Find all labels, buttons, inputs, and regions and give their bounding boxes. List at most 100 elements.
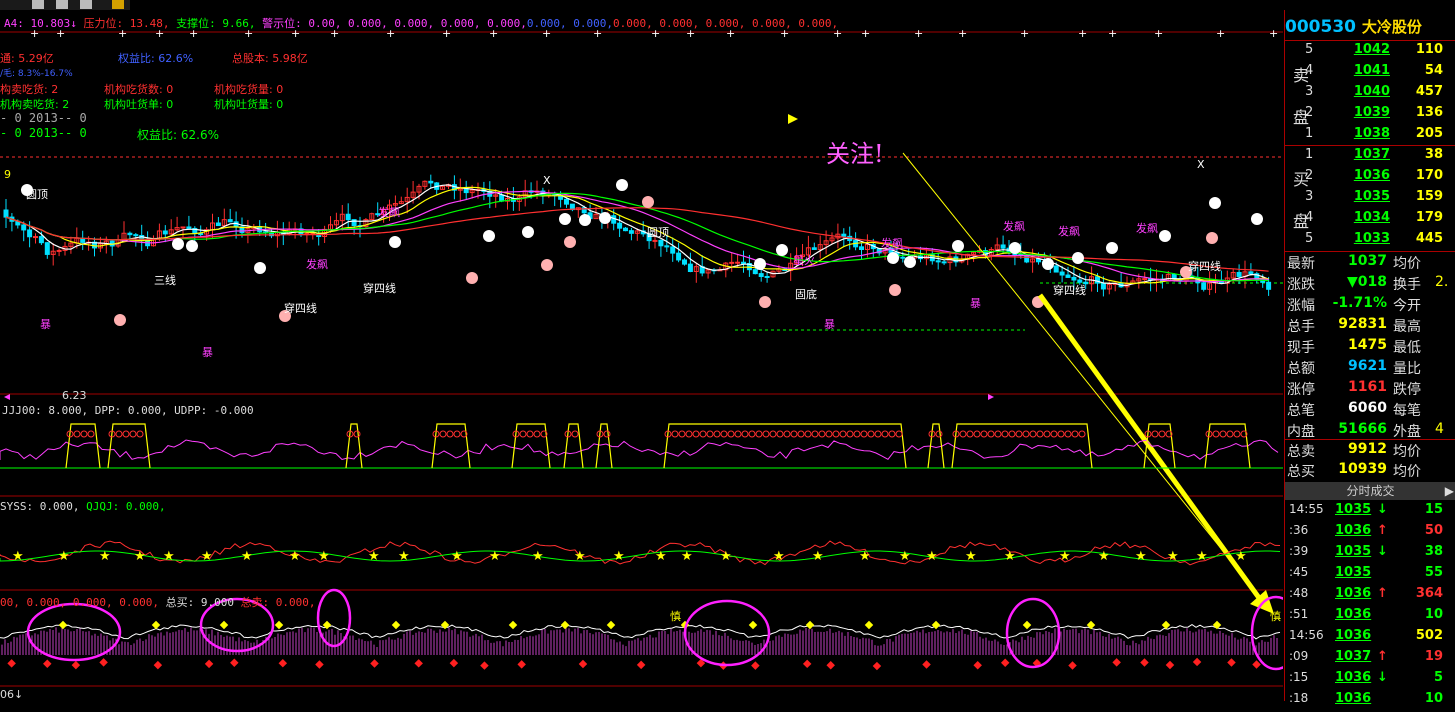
jjj-step	[951, 423, 1093, 469]
happy-face-icon	[1009, 242, 1021, 254]
order-level: 2	[1305, 168, 1314, 183]
total-value: 9912	[1348, 441, 1387, 457]
tick-row[interactable]: :39 1035 ↓ 38	[1285, 544, 1455, 565]
jjj-dot	[776, 430, 784, 438]
tick-time: :48	[1289, 586, 1309, 600]
happy-face-icon	[389, 236, 401, 248]
tick-row[interactable]: :45 1035 55	[1285, 565, 1455, 586]
order-price[interactable]: 1034	[1340, 210, 1390, 225]
jjj-dot	[727, 430, 735, 438]
support-level: 支撑位: 9.66,	[176, 17, 256, 30]
document-icon[interactable]	[32, 0, 44, 9]
jjj-dot	[1057, 430, 1065, 438]
quote-row: 涨停 1161 跌停	[1285, 379, 1455, 400]
star-icon: ★	[1135, 549, 1147, 564]
candle-body	[729, 261, 735, 264]
order-book-row[interactable]: 3 1035 159	[1285, 189, 1455, 210]
order-book-row[interactable]: 4 1034 179	[1285, 210, 1455, 231]
buy-diamond-icon	[1212, 620, 1222, 630]
order-price[interactable]: 1039	[1340, 105, 1390, 120]
tick-row[interactable]: :36 1036 ↑ 50	[1285, 523, 1455, 544]
indicator-qjqj-label: QJQJ: 0.000,	[86, 500, 166, 513]
tick-price: 1036	[1335, 607, 1372, 622]
candle-body	[735, 261, 741, 264]
candle-body	[664, 245, 670, 248]
happy-face-icon	[254, 262, 266, 274]
indicator-total-sell: 总卖: 0.000,	[240, 596, 316, 609]
order-book-row[interactable]: 5 1033 445	[1285, 231, 1455, 252]
jjj-dot	[741, 430, 749, 438]
jjj-dot	[895, 430, 903, 438]
order-volume: 170	[1415, 168, 1443, 183]
equity-ratio-2: 权益比: 62.6%	[137, 128, 219, 142]
monitor-icon[interactable]	[80, 0, 92, 9]
kline-chart-area[interactable]: + + + + + + + + + + + + + + + + + + + + + + + + + + + ★ ★ ★ ★ ★ ★ ★ ★ ★ ★ ★ ★ ★…	[0, 10, 1283, 701]
tick-row[interactable]: :51 1036 10	[1285, 607, 1455, 628]
happy-face-icon	[1251, 213, 1263, 225]
jjj-dot	[959, 430, 967, 438]
jjj-dot	[874, 430, 882, 438]
sell-diamond-icon	[99, 658, 108, 667]
tick-volume: 50	[1424, 523, 1443, 538]
save-icon[interactable]	[56, 0, 68, 9]
order-book-row[interactable]: 2 1039 136	[1285, 105, 1455, 126]
tick-row[interactable]: :09 1037 ↑ 19	[1285, 649, 1455, 670]
sell-diamond-icon	[71, 660, 81, 670]
order-price[interactable]: 1040	[1340, 84, 1390, 99]
sad-face-icon	[541, 259, 553, 271]
sell-diamond-icon	[43, 659, 52, 668]
order-price[interactable]: 1041	[1340, 63, 1390, 78]
expand-arrow-icon[interactable]: ▶	[1445, 482, 1454, 500]
jjj-dot	[87, 430, 95, 438]
tick-row[interactable]: 14:55 1035 ↓ 15	[1285, 502, 1455, 523]
candle-body	[752, 269, 758, 275]
candle-body	[859, 246, 864, 251]
jjj-dot	[1064, 430, 1072, 438]
buy-diamond-icon	[1161, 620, 1171, 630]
tools-icon[interactable]	[112, 0, 124, 9]
tick-row[interactable]: :15 1036 ↓ 5	[1285, 670, 1455, 691]
sell-diamond-icon	[414, 659, 423, 668]
jjj-dot	[790, 430, 798, 438]
order-price[interactable]: 1037	[1340, 147, 1390, 162]
jjj-dot	[685, 430, 693, 438]
jjj-dot	[1219, 430, 1227, 438]
candle-body	[1100, 282, 1106, 290]
order-price[interactable]: 1042	[1340, 42, 1390, 57]
order-price[interactable]: 1035	[1340, 189, 1390, 204]
jjj-step	[345, 423, 363, 469]
tick-row[interactable]: :48 1036 ↑ 364	[1285, 586, 1455, 607]
order-book-row[interactable]: 1 1037 38	[1285, 147, 1455, 168]
sell-diamond-icon	[1000, 658, 1010, 668]
tick-volume: 10	[1424, 691, 1443, 706]
order-book-row[interactable]: 4 1041 54	[1285, 63, 1455, 84]
star-icon: ★	[398, 549, 410, 564]
order-price[interactable]: 1036	[1340, 168, 1390, 183]
order-price[interactable]: 1038	[1340, 126, 1390, 141]
tick-row[interactable]: :18 1036 10	[1285, 691, 1455, 712]
order-book-row[interactable]: 3 1040 457	[1285, 84, 1455, 105]
order-book-row[interactable]: 1 1038 205	[1285, 126, 1455, 147]
star-marker: +	[1078, 27, 1087, 40]
happy-face-icon	[754, 258, 766, 270]
pattern-burst-1: 暴	[40, 318, 51, 331]
jjj-dot	[748, 430, 756, 438]
quote-label-2: 跌停	[1393, 382, 1421, 398]
star-icon: ★	[812, 549, 824, 564]
order-book-row[interactable]: 5 1042 110	[1285, 42, 1455, 63]
tick-arrow: ↑	[1377, 586, 1388, 601]
quote-value: ▼018	[1347, 274, 1387, 290]
tick-trade-header[interactable]: 分时成交 ▶	[1285, 482, 1455, 500]
year-line-1: - 0 2013-- 0	[0, 111, 87, 125]
jjj-dot	[571, 430, 579, 438]
kline-count-label: 9	[4, 168, 11, 181]
order-price[interactable]: 1033	[1340, 231, 1390, 246]
sell-diamond-icon	[153, 660, 163, 670]
sell-diamond-icon	[449, 658, 459, 668]
jjj-dot	[453, 430, 461, 438]
candle-body	[670, 246, 676, 254]
candle-body	[676, 252, 682, 261]
candle-body	[1266, 281, 1272, 290]
order-book-row[interactable]: 2 1036 170	[1285, 168, 1455, 189]
tick-row[interactable]: 14:56 1036 502	[1285, 628, 1455, 649]
